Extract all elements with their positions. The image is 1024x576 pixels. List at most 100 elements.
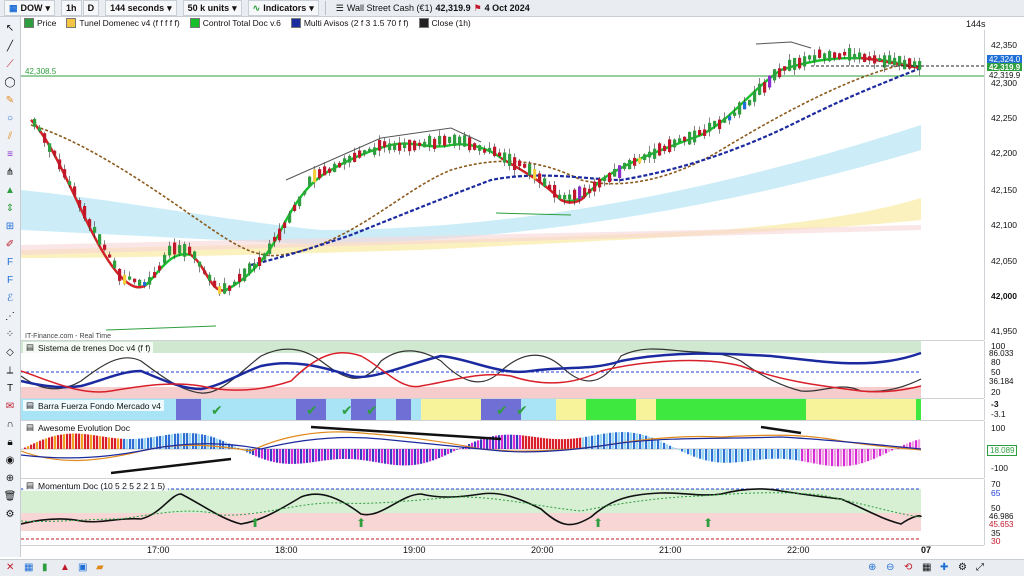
awesome-bar [663, 443, 665, 449]
awesome-bar [57, 435, 59, 449]
ruler-tool-icon[interactable]: ⟂ [3, 363, 17, 377]
drawn-top-line[interactable] [756, 42, 811, 48]
momentum-axis[interactable]: 70 65 50 46.986 45.653 35 30 [984, 479, 1024, 545]
awesome-bar [423, 449, 425, 463]
awesome-chart[interactable] [21, 421, 984, 478]
flag2-tool-icon[interactable]: F [3, 273, 17, 287]
candle-body [448, 137, 451, 143]
candle-body [763, 82, 766, 92]
momentum-pane[interactable]: ⬆⬆⬆⬆ ▤ Momentum Doc (10 5 2 5 2 2 1 5) [21, 479, 984, 546]
arrow-up-tool-icon[interactable]: ▲ [3, 183, 17, 197]
brush-tool-icon[interactable]: ✐ [3, 237, 17, 251]
settings-tool-icon[interactable]: ⚙ [3, 507, 17, 521]
maximize-icon[interactable]: ⤢ [976, 562, 984, 573]
ray-tool-icon[interactable]: ⟋ [3, 57, 17, 71]
awesome-title[interactable]: ▤ Awesome Evolution Doc [23, 422, 133, 433]
cursor-icon[interactable]: ↖ [3, 21, 17, 35]
candle-body [208, 275, 211, 281]
units-selector[interactable]: 50 k units▾ [183, 0, 242, 16]
eye-tool-icon[interactable]: ◉ [3, 453, 17, 467]
awesome-pane[interactable]: ▤ Awesome Evolution Doc [21, 421, 984, 479]
awesome-bar [522, 435, 524, 449]
candle-body [563, 195, 566, 199]
barra-pane[interactable]: ✔✔✔✔✔✔ ▤ Barra Fuerza Fondo Mercado v4 [21, 399, 984, 421]
shapes-tool-icon[interactable]: ◇ [3, 345, 17, 359]
save-icon[interactable]: ▣ [78, 562, 87, 573]
dots-tool-icon[interactable]: ⁘ [3, 327, 17, 341]
symbol-selector[interactable]: ▦ DOW ▾ [4, 0, 55, 16]
ellipse-tool-icon[interactable]: ◯ [3, 75, 17, 89]
folder-icon[interactable]: ▰ [96, 562, 104, 573]
lock-tool-icon[interactable]: 🔒︎ [3, 435, 17, 449]
momentum-title[interactable]: ▤ Momentum Doc (10 5 2 5 2 2 1 5) [23, 480, 168, 491]
legend-close[interactable]: Close (1h) [419, 18, 471, 28]
flag-tool-icon[interactable]: F [3, 255, 17, 269]
alert-icon[interactable]: ▲ [60, 562, 70, 573]
trenes-tick: 80 [991, 357, 1000, 367]
awesome-bar [717, 449, 719, 462]
candle-body [308, 177, 311, 187]
awesome-trendline-3[interactable] [761, 427, 801, 433]
awesome-trendline-1[interactable] [111, 459, 231, 473]
trenes-tag: 36.184 [987, 377, 1015, 386]
pencil-tool-icon[interactable]: ✎ [3, 93, 17, 107]
awesome-bar [360, 449, 362, 460]
awesome-bar [288, 449, 290, 464]
measure-tool-icon[interactable]: ⇕ [3, 201, 17, 215]
circle-tool-icon[interactable]: ○ [3, 111, 17, 125]
time-axis[interactable]: 17:00 18:00 19:00 20:00 21:00 22:00 07 [21, 545, 984, 559]
trenes-title[interactable]: ▤ Sistema de trenes Doc v4 (f f) [23, 342, 153, 353]
awesome-bar [390, 449, 392, 465]
awesome-bar [774, 449, 776, 459]
units-label: 50 k units [188, 3, 230, 13]
settings-icon[interactable]: ⚙ [958, 562, 967, 573]
interval-selector[interactable]: 144 seconds▾ [105, 0, 177, 16]
price-chart[interactable]: 42,308.5 IT-Finance.com - Real Time [21, 30, 984, 340]
gann-tool-icon[interactable]: ⊞ [3, 219, 17, 233]
channel-tool-icon[interactable]: ⫽ [3, 129, 17, 143]
support-line[interactable] [106, 326, 216, 330]
fibonacci-tool-icon[interactable]: ≡ [3, 147, 17, 161]
arrow-up-icon: ⬆ [250, 516, 260, 530]
pitchfork-tool-icon[interactable]: ⋔ [3, 165, 17, 179]
awesome-bar [174, 434, 176, 449]
timeframe-1h-button[interactable]: 1h [61, 0, 82, 16]
chart-icon[interactable]: ▮ [42, 562, 48, 573]
awesome-axis[interactable]: 100 18.089 -100 [984, 421, 1024, 478]
close-icon[interactable]: ✕ [6, 562, 14, 573]
line-tool-icon[interactable]: ╱ [3, 39, 17, 53]
trash-tool-icon[interactable]: 🗑︎ [3, 489, 17, 503]
awesome-bar [66, 434, 68, 449]
price-pane[interactable]: 42,308.5 IT-Finance.com - Real Time [21, 30, 984, 341]
legend-control[interactable]: Control Total Doc v.6 [190, 18, 281, 28]
barra-axis[interactable]: -3 -3.1 [984, 399, 1024, 420]
awesome-bar [534, 437, 536, 449]
note-tool-icon[interactable]: ✉ [3, 399, 17, 413]
barra-title[interactable]: ▤ Barra Fuerza Fondo Mercado v4 [23, 400, 164, 411]
pattern-tool-icon[interactable]: ⋰ [3, 309, 17, 323]
barra-chart[interactable]: ✔✔✔✔✔✔ [21, 399, 984, 420]
legend-tunel[interactable]: Tunel Domenec v4 (f f f f f) [66, 18, 179, 28]
grid-icon[interactable]: ▦ [922, 562, 931, 573]
timeframe-d-button[interactable]: D [83, 0, 100, 16]
zoom-out-icon[interactable]: ⊖ [886, 562, 894, 573]
legend-price[interactable]: Price [24, 18, 56, 28]
trenes-chart[interactable] [21, 341, 984, 398]
trenes-axis[interactable]: 100 86.033 80 50 36.184 20 [984, 341, 1024, 398]
zoom-tool-icon[interactable]: ⊕ [3, 471, 17, 485]
reset-icon[interactable]: ⟲ [904, 562, 912, 573]
text-tool-icon[interactable]: T [3, 381, 17, 395]
awesome-bar [867, 449, 869, 461]
magnet-tool-icon[interactable]: ∩ [3, 417, 17, 431]
trenes-pane[interactable]: ▤ Sistema de trenes Doc v4 (f f) [21, 341, 984, 399]
elliott-tool-icon[interactable]: ℰ [3, 291, 17, 305]
barra-check-icon: ✔ [496, 403, 508, 419]
price-axis[interactable]: 42,350 42,324.0 42,319.9 42,319.9 42,300… [984, 30, 1024, 340]
cursor-mode-icon[interactable]: ✚ [940, 562, 948, 573]
awesome-bar [366, 449, 368, 461]
indicators-button[interactable]: ∿ Indicators ▾ [248, 0, 319, 16]
legend-multi[interactable]: Multi Avisos (2 f 3 1.5 70 f f) [291, 18, 409, 28]
zoom-in-icon[interactable]: ⊕ [868, 562, 876, 573]
layout-icon[interactable]: ▦ [24, 562, 33, 573]
tunel-swatch-icon [66, 18, 76, 28]
